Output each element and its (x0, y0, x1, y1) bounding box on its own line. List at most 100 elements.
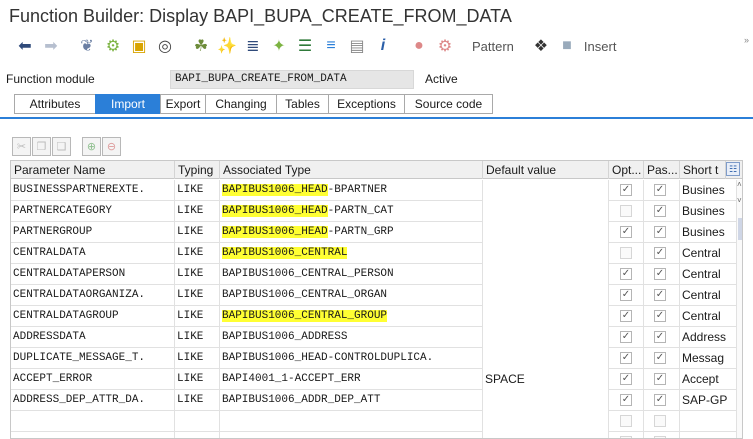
table-row[interactable]: ADDRESS_DEP_ATTR_DA. LIKE BAPIBUS1006_ADDR… (11, 390, 742, 411)
layout-icon[interactable]: ▤ (344, 35, 370, 57)
optional-checkbox[interactable] (620, 205, 632, 217)
associated-type-cell[interactable]: BAPIBUS1006_CENTRAL (220, 243, 483, 264)
check-icon[interactable]: ☘ (188, 35, 214, 57)
scroll-thumb[interactable] (738, 218, 742, 240)
associated-type-cell[interactable]: BAPIBUS1006_ADDRESS (220, 327, 483, 348)
activate-icon[interactable]: ▣ (126, 35, 152, 57)
scroll-up-icon[interactable]: ˄ (737, 180, 742, 189)
parameter-name-cell[interactable]: ADDRESSDATA (11, 327, 175, 348)
parameter-name-cell[interactable]: PARTNERCATEGORY (11, 201, 175, 222)
default-value-cell[interactable] (483, 390, 609, 411)
parameter-name-cell[interactable]: ADDRESS_DEP_ATTR_DA. (11, 390, 175, 411)
more-icon[interactable]: » (744, 35, 749, 45)
tab-export[interactable]: Export (160, 94, 205, 114)
pass-value-checkbox[interactable]: ✓ (654, 184, 666, 196)
parameter-name-cell[interactable]: BUSINESSPARTNEREXTE. (11, 180, 175, 201)
pass-value-checkbox[interactable]: ✓ (654, 205, 666, 217)
associated-type-cell[interactable]: BAPIBUS1006_CENTRAL_ORGAN (220, 285, 483, 306)
test-icon[interactable]: ✨ (214, 35, 240, 57)
associated-type-cell[interactable]: BAPIBUS1006_HEAD-BPARTNER (220, 180, 483, 201)
typing-cell[interactable]: LIKE (175, 222, 220, 243)
parameter-name-cell[interactable]: PARTNERGROUP (11, 222, 175, 243)
pretty-printer-icon[interactable]: ❖ (528, 35, 554, 57)
short-text-cell[interactable] (680, 432, 737, 438)
typing-cell[interactable]: LIKE (175, 180, 220, 201)
short-text-cell[interactable]: Central (680, 264, 737, 285)
pass-value-checkbox[interactable]: ✓ (654, 226, 666, 238)
table-row[interactable]: BUSINESSPARTNEREXTE. LIKE BAPIBUS1006_HEAD… (11, 180, 742, 201)
table-row[interactable]: PARTNERCATEGORY LIKE BAPIBUS1006_HEAD-PART… (11, 201, 742, 222)
pass-value-checkbox[interactable] (654, 415, 666, 427)
pattern-button[interactable]: Pattern (468, 39, 518, 54)
back-arrow-icon[interactable]: ⬅ (12, 35, 38, 57)
parameter-name-cell[interactable]: CENTRALDATAORGANIZA. (11, 285, 175, 306)
parameter-name-cell[interactable]: CENTRALDATAGROUP (11, 306, 175, 327)
tab-changing[interactable]: Changing (205, 94, 276, 114)
parameter-name-cell[interactable]: CENTRALDATA (11, 243, 175, 264)
optional-checkbox[interactable]: ✓ (620, 226, 632, 238)
table-row[interactable]: PARTNERGROUP LIKE BAPIBUS1006_HEAD-PARTN_G… (11, 222, 742, 243)
default-value-cell[interactable] (483, 327, 609, 348)
typing-cell[interactable]: LIKE (175, 285, 220, 306)
table-row[interactable] (11, 432, 742, 438)
pass-value-checkbox[interactable]: ✓ (654, 352, 666, 364)
short-text-cell[interactable]: Busines (680, 201, 737, 222)
default-value-cell[interactable] (483, 285, 609, 306)
tab-exceptions[interactable]: Exceptions (328, 94, 404, 114)
navigation-icon[interactable]: ✦ (266, 35, 292, 57)
associated-type-cell[interactable]: BAPIBUS1006_HEAD-CONTROLDUPLICA. (220, 348, 483, 369)
default-value-cell[interactable] (483, 306, 609, 327)
pass-value-checkbox[interactable]: ✓ (654, 331, 666, 343)
associated-type-cell[interactable]: BAPIBUS1006_CENTRAL_PERSON (220, 264, 483, 285)
typing-cell[interactable]: LIKE (175, 390, 220, 411)
associated-type-cell[interactable]: BAPIBUS1006_HEAD-PARTN_CAT (220, 201, 483, 222)
tab-import[interactable]: Import (95, 94, 160, 114)
optional-checkbox[interactable]: ✓ (620, 268, 632, 280)
vertical-scrollbar[interactable]: ˄ ˅ (737, 180, 742, 438)
typing-cell[interactable]: LIKE (175, 306, 220, 327)
parameter-name-cell[interactable]: ACCEPT_ERROR (11, 369, 175, 390)
info-icon[interactable]: i (370, 35, 396, 57)
short-text-cell[interactable]: Central (680, 306, 737, 327)
short-text-cell[interactable]: Busines (680, 222, 737, 243)
table-row[interactable]: ADDRESSDATA LIKE BAPIBUS1006_ADDRESS ✓ ✓ Addr… (11, 327, 742, 348)
cut-icon[interactable]: ✂ (12, 137, 31, 156)
parameter-name-cell[interactable] (11, 411, 175, 432)
table-row[interactable] (11, 411, 742, 432)
header-associated-type[interactable]: Associated Type (220, 161, 483, 179)
typing-cell[interactable]: LIKE (175, 264, 220, 285)
tab-tables[interactable]: Tables (276, 94, 328, 114)
tab-attributes[interactable]: Attributes (14, 94, 95, 114)
parameter-name-cell[interactable]: CENTRALDATAPERSON (11, 264, 175, 285)
short-text-cell[interactable]: Central (680, 243, 737, 264)
typing-cell[interactable]: LIKE (175, 369, 220, 390)
forward-arrow-icon[interactable]: ➡ (38, 35, 64, 57)
associated-type-cell[interactable] (220, 432, 483, 438)
short-text-cell[interactable]: Address (680, 327, 737, 348)
header-optional[interactable]: Opt... (609, 161, 644, 179)
header-short-text[interactable]: Short t (680, 161, 726, 179)
header-parameter-name[interactable]: Parameter Name (11, 161, 175, 179)
pass-value-checkbox[interactable]: ✓ (654, 373, 666, 385)
header-typing[interactable]: Typing (175, 161, 220, 179)
typing-cell[interactable] (175, 432, 220, 438)
copy-icon[interactable]: ❐ (32, 137, 51, 156)
optional-checkbox[interactable]: ✓ (620, 352, 632, 364)
default-value-cell[interactable] (483, 243, 609, 264)
table-row[interactable]: CENTRALDATAGROUP LIKE BAPIBUS1006_CENTRAL_… (11, 306, 742, 327)
insert-button[interactable]: Insert (580, 39, 621, 54)
optional-checkbox[interactable] (620, 415, 632, 427)
default-value-cell[interactable] (483, 264, 609, 285)
optional-checkbox[interactable]: ✓ (620, 289, 632, 301)
default-value-cell[interactable] (483, 411, 609, 432)
pass-value-checkbox[interactable]: ✓ (654, 310, 666, 322)
default-value-cell[interactable] (483, 180, 609, 201)
typing-cell[interactable] (175, 411, 220, 432)
paste-icon[interactable]: ❑ (52, 137, 71, 156)
default-value-cell[interactable]: SPACE (483, 369, 609, 390)
short-text-cell[interactable]: SAP-GP (680, 390, 737, 411)
display-list-icon[interactable]: ≡ (318, 35, 344, 57)
table-row[interactable]: CENTRALDATAORGANIZA. LIKE BAPIBUS1006_CENT… (11, 285, 742, 306)
associated-type-cell[interactable]: BAPIBUS1006_CENTRAL_GROUP (220, 306, 483, 327)
typing-cell[interactable]: LIKE (175, 327, 220, 348)
